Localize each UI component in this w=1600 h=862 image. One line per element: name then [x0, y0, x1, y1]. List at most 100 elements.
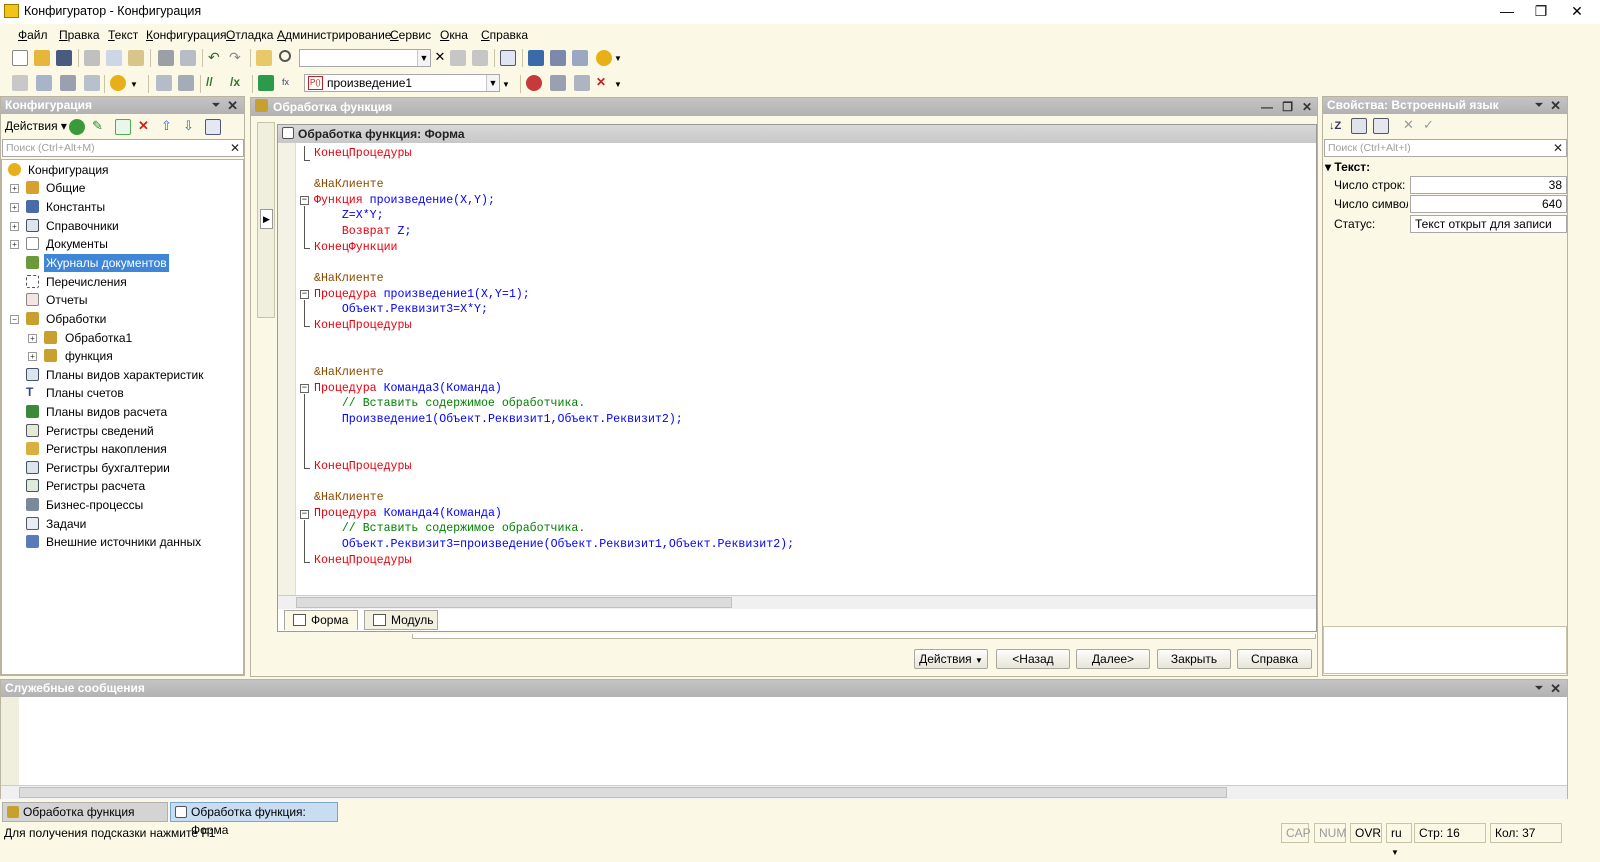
database-icon[interactable] [60, 75, 76, 91]
scrollbar-thumb[interactable] [19, 787, 1227, 798]
paste-icon[interactable] [128, 50, 144, 66]
block-icon[interactable] [178, 75, 194, 91]
minimize-icon[interactable]: — [1261, 98, 1273, 116]
find-previous-icon[interactable] [472, 50, 488, 66]
properties-group[interactable]: ▾ Текст: [1325, 160, 1370, 174]
move-down-icon[interactable]: ⇩ [183, 119, 199, 135]
menu-administration[interactable]: Администрирование [277, 28, 391, 42]
clear-search-icon[interactable]: ✕ [230, 140, 240, 156]
add-icon[interactable] [69, 119, 85, 135]
remove-breakpoints-icon[interactable]: ✕ [596, 75, 612, 91]
move-up-icon[interactable]: ⇧ [161, 119, 177, 135]
prop-value-lines[interactable]: 38 [1410, 176, 1567, 194]
save-icon[interactable] [56, 50, 72, 66]
taskbar-item-form[interactable]: Обработка функция: Форма [170, 802, 338, 837]
new-file-icon[interactable] [12, 50, 28, 66]
find-in-text-icon[interactable] [256, 50, 272, 66]
restore-button[interactable]: ❐ [1530, 0, 1552, 24]
pin-icon[interactable]: ⏷ [1535, 680, 1543, 697]
clear-search-icon[interactable]: ✕ [432, 50, 448, 66]
close-window-button[interactable]: ✕ [1554, 0, 1600, 24]
menu-configuration[interactable]: Конфигурация [146, 28, 227, 42]
bookmark-icon[interactable] [574, 75, 590, 91]
menu-file[interactable]: Файл [18, 28, 48, 42]
prop-value-chars[interactable]: 640 [1410, 195, 1567, 213]
run-debug-icon[interactable] [110, 75, 126, 91]
menu-help[interactable]: Справка [481, 28, 528, 42]
info-icon[interactable] [596, 50, 612, 66]
close-button[interactable]: Закрыть [1157, 649, 1231, 669]
menu-text[interactable]: Текст [108, 28, 138, 42]
status-language[interactable]: ru ▼ [1386, 823, 1412, 857]
properties-search-input[interactable]: Поиск (Ctrl+Alt+I) ✕ [1324, 139, 1567, 157]
sort-alpha-icon[interactable]: ↓Z [1329, 119, 1345, 135]
undo-icon[interactable]: ↶ [208, 50, 224, 66]
dropdown-arrow-icon[interactable]: ▼ [130, 80, 146, 96]
close-icon[interactable]: ✕ [1550, 680, 1561, 697]
menu-service[interactable]: Сервис [390, 28, 431, 42]
find-next-icon[interactable] [450, 50, 466, 66]
config-search-input[interactable]: Поиск (Ctrl+Alt+M) ✕ [2, 139, 244, 157]
cut-icon[interactable] [84, 50, 100, 66]
tab-form[interactable]: Форма [284, 610, 358, 630]
open-folder-icon[interactable] [34, 50, 50, 66]
search-combo[interactable]: ▼ [299, 49, 431, 67]
back-button[interactable]: <Назад [996, 649, 1070, 669]
menu-windows[interactable]: Окна [440, 28, 468, 42]
tab-module[interactable]: Модуль [364, 610, 438, 630]
edit-icon[interactable]: ✎ [92, 119, 108, 135]
expand-arrow-icon[interactable]: ▶ [260, 209, 273, 229]
config-tree-icon[interactable] [36, 75, 52, 91]
comment-icon[interactable]: // [206, 75, 222, 91]
chevron-down-icon[interactable]: ▼ [417, 50, 430, 66]
uncomment-icon[interactable]: /x [230, 75, 246, 91]
sort-icon[interactable] [205, 119, 221, 135]
context-help-icon[interactable] [550, 50, 566, 66]
print-icon[interactable] [158, 50, 174, 66]
compare-icon[interactable] [84, 75, 100, 91]
copy-item-icon[interactable] [115, 119, 131, 135]
delete-icon[interactable]: ✕ [138, 119, 154, 135]
menu-edit[interactable]: Правка [59, 28, 100, 42]
dropdown-arrow-icon[interactable]: ▼ [502, 80, 518, 96]
redo-icon[interactable]: ↷ [229, 50, 245, 66]
close-icon[interactable]: ✕ [227, 97, 238, 114]
syntax-helper-icon[interactable] [572, 50, 588, 66]
restore-icon[interactable]: ❐ [1282, 98, 1293, 116]
breakpoint-icon[interactable] [526, 75, 542, 91]
clear-search-icon[interactable]: ✕ [1553, 140, 1563, 156]
windows-icon[interactable] [500, 50, 516, 66]
module-icon[interactable] [12, 75, 28, 91]
horizontal-scrollbar[interactable] [278, 595, 1316, 609]
apply-icon[interactable]: ✓ [1423, 118, 1439, 134]
clear-icon[interactable]: ✕ [1403, 118, 1419, 134]
menu-debug[interactable]: Отладка [226, 28, 273, 42]
breakpoint-list-icon[interactable] [550, 75, 566, 91]
close-icon[interactable]: ✕ [1302, 98, 1312, 116]
procedures-list-icon[interactable]: fx [282, 75, 298, 91]
next-button[interactable]: Далее> [1076, 649, 1150, 669]
prop-value-status[interactable]: Текст открыт для записи [1410, 215, 1567, 233]
assistant-icon[interactable] [528, 50, 544, 66]
copy-icon[interactable] [106, 50, 122, 66]
filter-icon[interactable] [1373, 118, 1389, 134]
actions-menu[interactable]: Действия ▾ [5, 119, 67, 133]
search-icon[interactable] [279, 50, 291, 62]
actions-button[interactable]: Действия ▼ [914, 649, 988, 669]
help-button[interactable]: Справка [1237, 649, 1312, 669]
chevron-down-icon[interactable]: ▼ [486, 75, 499, 91]
scrollbar-thumb[interactable] [296, 597, 732, 608]
taskbar-item-processor[interactable]: Обработка функция [2, 802, 168, 822]
check-module-icon[interactable] [258, 75, 274, 91]
print-preview-icon[interactable] [180, 50, 196, 66]
pin-icon[interactable]: ⏷ [1535, 97, 1543, 114]
dropdown-arrow-icon[interactable]: ▼ [614, 80, 630, 96]
messages-scrollbar[interactable] [1, 785, 1567, 799]
dropdown-arrow-icon[interactable]: ▼ [614, 54, 630, 70]
minimize-button[interactable]: — [1484, 0, 1530, 24]
format-icon[interactable] [156, 75, 172, 91]
close-icon[interactable]: ✕ [1550, 97, 1561, 114]
procedure-combo[interactable]: Р() произведение1 ▼ [304, 74, 500, 92]
categories-icon[interactable] [1351, 118, 1367, 134]
pin-icon[interactable]: ⏷ [212, 97, 220, 114]
